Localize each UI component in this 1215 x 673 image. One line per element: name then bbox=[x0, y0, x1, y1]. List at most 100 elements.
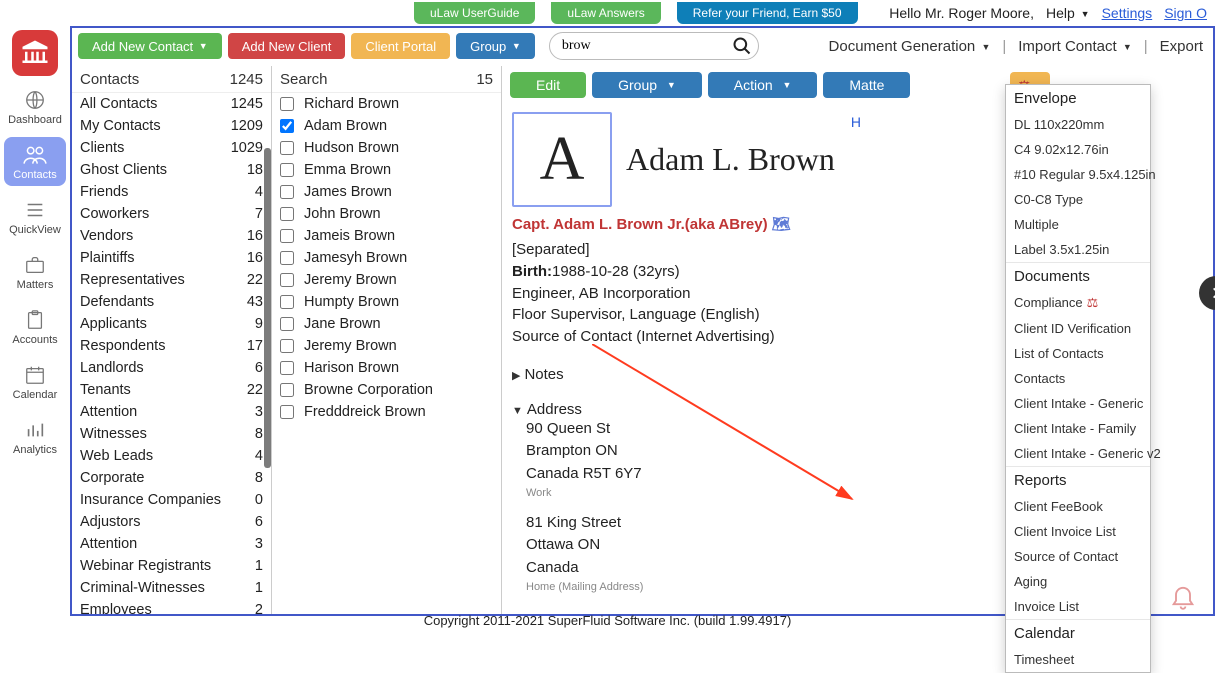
search-result-row[interactable]: Jane Brown bbox=[272, 313, 501, 335]
search-result-row[interactable]: Jeremy Brown bbox=[272, 269, 501, 291]
search-result-row[interactable]: Adam Brown bbox=[272, 115, 501, 137]
row-checkbox[interactable] bbox=[280, 119, 294, 133]
detail-group-button[interactable]: Group ▼ bbox=[592, 72, 702, 98]
search-result-row[interactable]: James Brown bbox=[272, 181, 501, 203]
dropdown-item[interactable]: #10 Regular 9.5x4.125in bbox=[1006, 162, 1150, 187]
dropdown-item[interactable]: Client Invoice List bbox=[1006, 519, 1150, 544]
row-checkbox[interactable] bbox=[280, 207, 294, 221]
row-checkbox[interactable] bbox=[280, 163, 294, 177]
group-button[interactable]: Group ▼ bbox=[456, 33, 535, 59]
search-result-row[interactable]: Hudson Brown bbox=[272, 137, 501, 159]
nav-accounts[interactable]: Accounts bbox=[4, 302, 66, 351]
search-result-row[interactable]: John Brown bbox=[272, 203, 501, 225]
dropdown-item[interactable]: Client Intake - Family bbox=[1006, 416, 1150, 441]
nav-contacts[interactable]: Contacts bbox=[4, 137, 66, 186]
add-client-button[interactable]: Add New Client bbox=[228, 33, 346, 59]
contact-category-row[interactable]: Representatives22 bbox=[72, 269, 271, 291]
dropdown-item[interactable]: C4 9.02x12.76in bbox=[1006, 137, 1150, 162]
search-result-row[interactable]: Jameis Brown bbox=[272, 225, 501, 247]
row-checkbox[interactable] bbox=[280, 317, 294, 331]
dropdown-item[interactable]: Invoice List bbox=[1006, 594, 1150, 619]
search-result-row[interactable]: Browne Corporation bbox=[272, 379, 501, 401]
row-checkbox[interactable] bbox=[280, 405, 294, 419]
search-result-row[interactable]: Emma Brown bbox=[272, 159, 501, 181]
add-contact-button[interactable]: Add New Contact ▼ bbox=[78, 33, 222, 59]
search-result-row[interactable]: Richard Brown bbox=[272, 93, 501, 115]
contact-category-row[interactable]: Defendants43 bbox=[72, 291, 271, 313]
scrollbar-thumb[interactable] bbox=[264, 148, 271, 468]
export-menu[interactable]: Export bbox=[1156, 38, 1207, 55]
contact-category-row[interactable]: Vendors16 bbox=[72, 225, 271, 247]
action-button[interactable]: Action ▼ bbox=[708, 72, 818, 98]
search-result-row[interactable]: Harison Brown bbox=[272, 357, 501, 379]
matter-button[interactable]: Matte bbox=[823, 72, 910, 98]
help-menu[interactable]: Help ▼ bbox=[1046, 5, 1090, 21]
signout-link[interactable]: Sign O bbox=[1164, 5, 1207, 21]
row-checkbox[interactable] bbox=[280, 251, 294, 265]
contact-category-row[interactable]: Employees2 bbox=[72, 599, 271, 614]
bell-icon[interactable] bbox=[1169, 582, 1197, 613]
row-checkbox[interactable] bbox=[280, 295, 294, 309]
row-checkbox[interactable] bbox=[280, 97, 294, 111]
contact-category-row[interactable]: Applicants9 bbox=[72, 313, 271, 335]
nav-quickview[interactable]: QuickView bbox=[4, 192, 66, 241]
dropdown-item[interactable]: Label 3.5x1.25in bbox=[1006, 237, 1150, 262]
refer-button[interactable]: Refer your Friend, Earn $50 bbox=[677, 2, 858, 24]
contact-category-row[interactable]: All Contacts1245 bbox=[72, 93, 271, 115]
h-link[interactable]: H bbox=[851, 114, 861, 130]
contact-category-row[interactable]: Tenants22 bbox=[72, 379, 271, 401]
import-contact-menu[interactable]: Import Contact ▼ bbox=[1014, 38, 1135, 55]
docgen-menu[interactable]: Document Generation ▼ bbox=[825, 38, 995, 55]
dropdown-item[interactable]: DL 110x220mm bbox=[1006, 112, 1150, 137]
contact-category-row[interactable]: Ghost Clients18 bbox=[72, 159, 271, 181]
contact-category-row[interactable]: Coworkers7 bbox=[72, 203, 271, 225]
row-checkbox[interactable] bbox=[280, 383, 294, 397]
dropdown-item[interactable]: Contacts bbox=[1006, 366, 1150, 391]
answers-button[interactable]: uLaw Answers bbox=[551, 2, 660, 24]
row-checkbox[interactable] bbox=[280, 339, 294, 353]
userguide-button[interactable]: uLaw UserGuide bbox=[414, 2, 535, 24]
settings-link[interactable]: Settings bbox=[1102, 5, 1153, 21]
search-result-row[interactable]: Jamesyh Brown bbox=[272, 247, 501, 269]
nav-calendar[interactable]: Calendar bbox=[4, 357, 66, 406]
dropdown-item[interactable]: Client Intake - Generic v2 bbox=[1006, 441, 1150, 466]
dropdown-item[interactable]: Multiple bbox=[1006, 212, 1150, 237]
search-input[interactable] bbox=[562, 33, 732, 59]
dropdown-item[interactable]: Source of Contact bbox=[1006, 544, 1150, 569]
search-result-row[interactable]: Jeremy Brown bbox=[272, 335, 501, 357]
contact-category-row[interactable]: Insurance Companies0 bbox=[72, 489, 271, 511]
nav-analytics[interactable]: Analytics bbox=[4, 412, 66, 461]
contact-category-row[interactable]: Web Leads4 bbox=[72, 445, 271, 467]
contact-category-row[interactable]: Attention3 bbox=[72, 533, 271, 555]
contact-category-row[interactable]: Attention3 bbox=[72, 401, 271, 423]
row-checkbox[interactable] bbox=[280, 361, 294, 375]
search-result-row[interactable]: Humpty Brown bbox=[272, 291, 501, 313]
dropdown-item[interactable]: List of Contacts bbox=[1006, 341, 1150, 366]
dropdown-item[interactable]: Client FeeBook bbox=[1006, 494, 1150, 519]
dropdown-item[interactable]: Client Intake - Generic bbox=[1006, 391, 1150, 416]
map-icon[interactable]: 🗺 bbox=[772, 216, 791, 233]
nav-dashboard[interactable]: Dashboard bbox=[4, 82, 66, 131]
row-checkbox[interactable] bbox=[280, 141, 294, 155]
contact-category-row[interactable]: Respondents17 bbox=[72, 335, 271, 357]
contact-category-row[interactable]: My Contacts1209 bbox=[72, 115, 271, 137]
contact-category-row[interactable]: Friends4 bbox=[72, 181, 271, 203]
dropdown-item[interactable]: C0-C8 Type bbox=[1006, 187, 1150, 212]
contact-category-row[interactable]: Plaintiffs16 bbox=[72, 247, 271, 269]
contact-category-row[interactable]: Witnesses8 bbox=[72, 423, 271, 445]
dropdown-item[interactable]: Compliance⚖ bbox=[1006, 290, 1150, 316]
row-checkbox[interactable] bbox=[280, 229, 294, 243]
contact-category-row[interactable]: Webinar Registrants1 bbox=[72, 555, 271, 577]
client-portal-button[interactable]: Client Portal bbox=[351, 33, 450, 59]
contact-category-row[interactable]: Criminal-Witnesses1 bbox=[72, 577, 271, 599]
contact-category-row[interactable]: Clients1029 bbox=[72, 137, 271, 159]
contact-category-row[interactable]: Adjustors6 bbox=[72, 511, 271, 533]
dropdown-item[interactable]: Client ID Verification bbox=[1006, 316, 1150, 341]
row-checkbox[interactable] bbox=[280, 185, 294, 199]
app-logo[interactable] bbox=[12, 30, 58, 76]
search-icon[interactable] bbox=[732, 36, 752, 59]
contact-category-row[interactable]: Landlords6 bbox=[72, 357, 271, 379]
dropdown-item[interactable]: Aging bbox=[1006, 569, 1150, 594]
search-result-row[interactable]: Fredddreick Brown bbox=[272, 401, 501, 423]
contact-category-row[interactable]: Corporate8 bbox=[72, 467, 271, 489]
